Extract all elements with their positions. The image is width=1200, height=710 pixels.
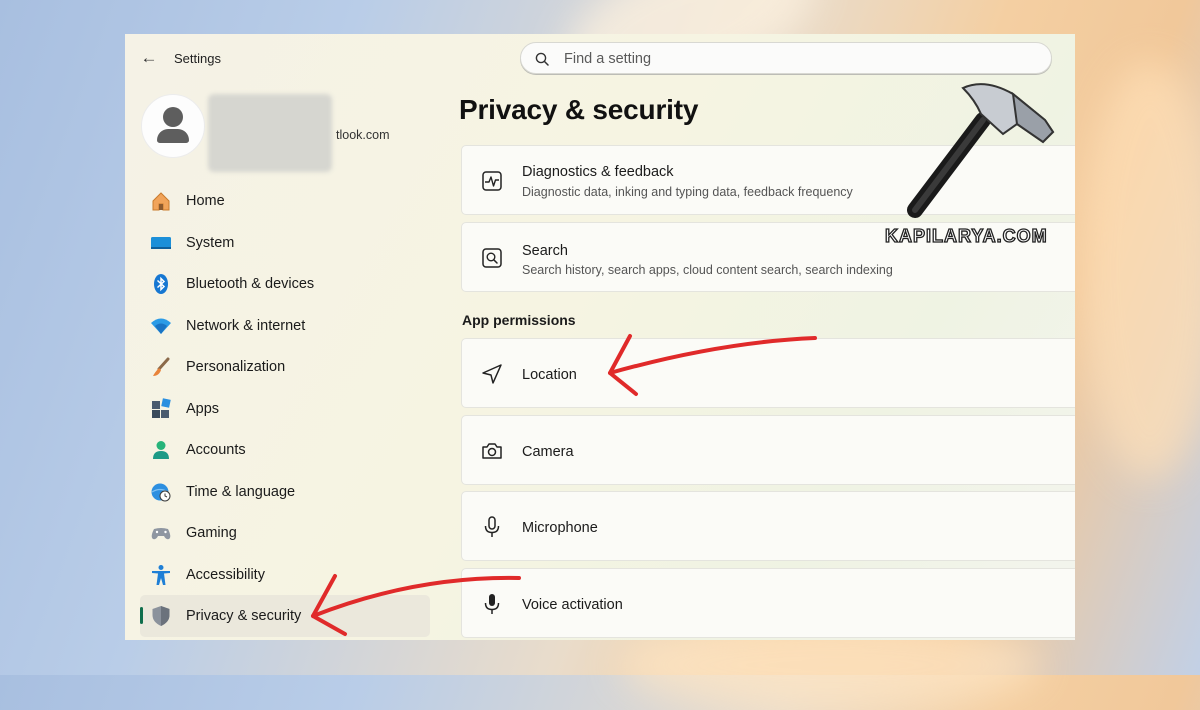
camera-permission-card[interactable]: Camera (461, 415, 1075, 485)
search-input[interactable] (562, 48, 1026, 70)
kapilarya-watermark: KAPILARYA.COM (884, 225, 1048, 246)
card-title: Camera (522, 444, 574, 460)
redacted-username (208, 94, 332, 172)
apps-icon (152, 397, 171, 418)
sidebar-item-label: Time & language (186, 483, 296, 500)
bluetooth-icon (154, 274, 168, 294)
sidebar-item-label: Accounts (186, 442, 246, 458)
sidebar-item-accessibility[interactable]: Accessibility (140, 554, 430, 596)
card-title: Voice activation (522, 597, 623, 613)
wifi-icon (151, 318, 171, 334)
microphone-icon (484, 516, 500, 537)
page-title: Privacy & security (459, 94, 699, 125)
sidebar-item-label: Personalization (186, 359, 286, 375)
home-icon (152, 192, 170, 211)
card-title: Microphone (522, 520, 598, 536)
sidebar-item-time-language[interactable]: Time & language (140, 471, 430, 513)
card-title: Location (522, 367, 577, 383)
gamepad-icon (151, 528, 171, 540)
sidebar-item-label: Home (186, 193, 225, 209)
sidebar-item-privacy-security[interactable]: Privacy & security (140, 595, 430, 637)
paintbrush-icon (153, 357, 170, 376)
microphone-permission-card[interactable]: Microphone (461, 491, 1075, 561)
sidebar-item-system[interactable]: System (140, 222, 430, 264)
sidebar-item-label: System (186, 234, 235, 251)
search-box[interactable] (520, 42, 1052, 74)
sidebar-item-label: Apps (186, 400, 220, 417)
sidebar-item-label: Accessibility (186, 566, 265, 583)
avatar[interactable] (141, 94, 205, 158)
account-email: tlook.com (336, 128, 390, 142)
sidebar-item-label: Network & internet (186, 317, 306, 334)
sidebar-item-bluetooth[interactable]: Bluetooth & devices (140, 263, 430, 305)
person-icon (153, 441, 169, 459)
sidebar-item-label: Gaming (186, 525, 237, 541)
card-subtitle: Diagnostic data, inking and typing data,… (522, 185, 853, 199)
location-arrow-icon (482, 364, 502, 384)
camera-icon (482, 443, 502, 459)
sidebar-item-apps[interactable]: Apps (140, 388, 430, 430)
sidebar-nav: Home System Bluetooth & devices Network … (140, 180, 430, 637)
search-box-icon (482, 248, 502, 268)
app-title: Settings (174, 51, 221, 66)
pulse-icon (482, 171, 502, 191)
sidebar-item-label: Bluetooth & devices (186, 276, 315, 292)
sidebar-item-gaming[interactable]: Gaming (140, 512, 430, 554)
display-icon (151, 236, 171, 249)
sidebar-item-accounts[interactable]: Accounts (140, 429, 430, 471)
hammer-logo (907, 83, 1055, 218)
title-bar: ← Settings (125, 34, 1075, 84)
search-icon (535, 52, 549, 66)
sidebar-item-label: Privacy & security (186, 608, 302, 624)
back-arrow-icon[interactable]: ← (139, 48, 159, 68)
sidebar-item-personalization[interactable]: Personalization (140, 346, 430, 388)
clock-globe-icon (151, 483, 171, 501)
voice-activation-permission-card[interactable]: Voice activation (461, 568, 1075, 638)
sidebar-item-network[interactable]: Network & internet (140, 305, 430, 347)
location-permission-card[interactable]: Location (461, 338, 1075, 408)
card-subtitle: Search history, search apps, cloud conte… (522, 263, 893, 277)
card-title: Search (522, 243, 568, 259)
section-header-app-permissions: App permissions (462, 312, 576, 328)
sidebar-item-home[interactable]: Home (140, 180, 430, 222)
microphone-filled-icon (484, 594, 500, 614)
card-title: Diagnostics & feedback (522, 164, 674, 180)
shield-icon (152, 606, 170, 626)
accessibility-icon (152, 564, 170, 585)
